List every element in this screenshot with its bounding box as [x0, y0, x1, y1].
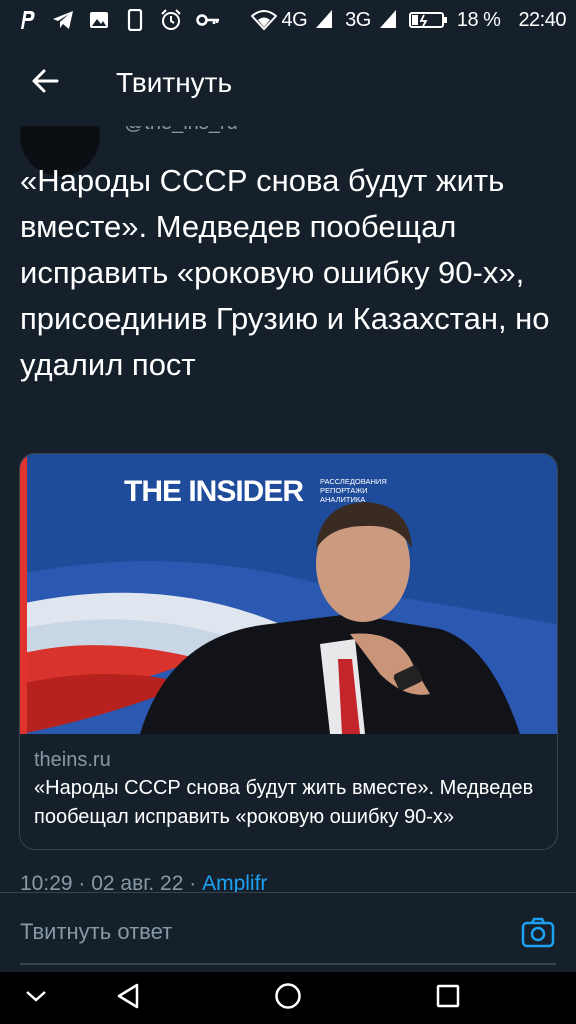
- back-button[interactable]: [0, 40, 90, 126]
- wifi-icon: [251, 9, 278, 31]
- signal-icon: [379, 9, 401, 31]
- meta-separator: ·: [78, 872, 92, 892]
- card-image-tagline: РЕПОРТАЖИ: [320, 486, 368, 495]
- clock: 22:40: [518, 8, 566, 31]
- network-4g-label: 4G: [281, 8, 308, 31]
- phone-icon: [124, 8, 146, 32]
- reply-underline: [20, 963, 556, 965]
- status-bar: 4G 3G 18 % 22:40: [0, 0, 576, 40]
- tweet-date: 02 авг. 22: [91, 872, 184, 892]
- card-image: THE INSIDER РАССЛЕДОВАНИЯ РЕПОРТАЖИ АНАЛ…: [20, 454, 557, 734]
- reply-input[interactable]: Твитнуть ответ: [20, 919, 172, 945]
- alarm-icon: [160, 9, 182, 31]
- image-icon: [88, 9, 110, 31]
- signal-icon: [315, 9, 337, 31]
- card-image-tagline: РАССЛЕДОВАНИЯ: [320, 477, 387, 486]
- nav-back-button[interactable]: [108, 980, 148, 1016]
- tweet-meta: 10:29 · 02 авг. 22 · Amplifr: [20, 872, 267, 892]
- camera-button[interactable]: [520, 915, 556, 951]
- recents-square-icon: [435, 983, 461, 1014]
- key-icon: [196, 9, 219, 31]
- chevron-down-icon: [24, 988, 48, 1009]
- battery-percent: 18 %: [456, 8, 501, 31]
- tweet-text: «Народы СССР снова будут жить вместе». М…: [20, 163, 550, 382]
- card-image-tagline: АНАЛИТИКА: [320, 495, 365, 504]
- battery-icon: [408, 9, 449, 31]
- author-handle: @the_ins_ru: [124, 126, 238, 135]
- arrow-left-icon: [31, 67, 59, 100]
- back-triangle-icon: [115, 982, 141, 1015]
- system-nav-bar: [0, 972, 576, 1024]
- card-title: «Народы СССР снова будут жить вместе». М…: [34, 777, 534, 828]
- meta-separator: ·: [189, 872, 203, 892]
- camera-icon: [520, 917, 556, 955]
- tweet-client-link[interactable]: Amplifr: [202, 872, 267, 892]
- nav-recents-button[interactable]: [428, 980, 468, 1016]
- top-app-bar: Твитнуть: [0, 40, 576, 126]
- network-3g-label: 3G: [345, 8, 371, 31]
- card-domain: theins.ru: [34, 749, 111, 771]
- nav-collapse-button[interactable]: [16, 980, 56, 1016]
- reply-bar: Твитнуть ответ: [0, 892, 576, 973]
- telegram-icon: [52, 9, 74, 31]
- tweet-time: 10:29: [20, 872, 73, 892]
- p-app-icon: [16, 9, 38, 31]
- home-circle-icon: [274, 982, 302, 1015]
- link-card[interactable]: THE INSIDER РАССЛЕДОВАНИЯ РЕПОРТАЖИ АНАЛ…: [19, 453, 558, 850]
- page-title: Твитнуть: [116, 67, 233, 98]
- tweet-detail: @the_ins_ru «Народы СССР снова будут жит…: [0, 126, 576, 892]
- nav-home-button[interactable]: [268, 980, 308, 1016]
- card-image-brand: THE INSIDER: [124, 475, 304, 508]
